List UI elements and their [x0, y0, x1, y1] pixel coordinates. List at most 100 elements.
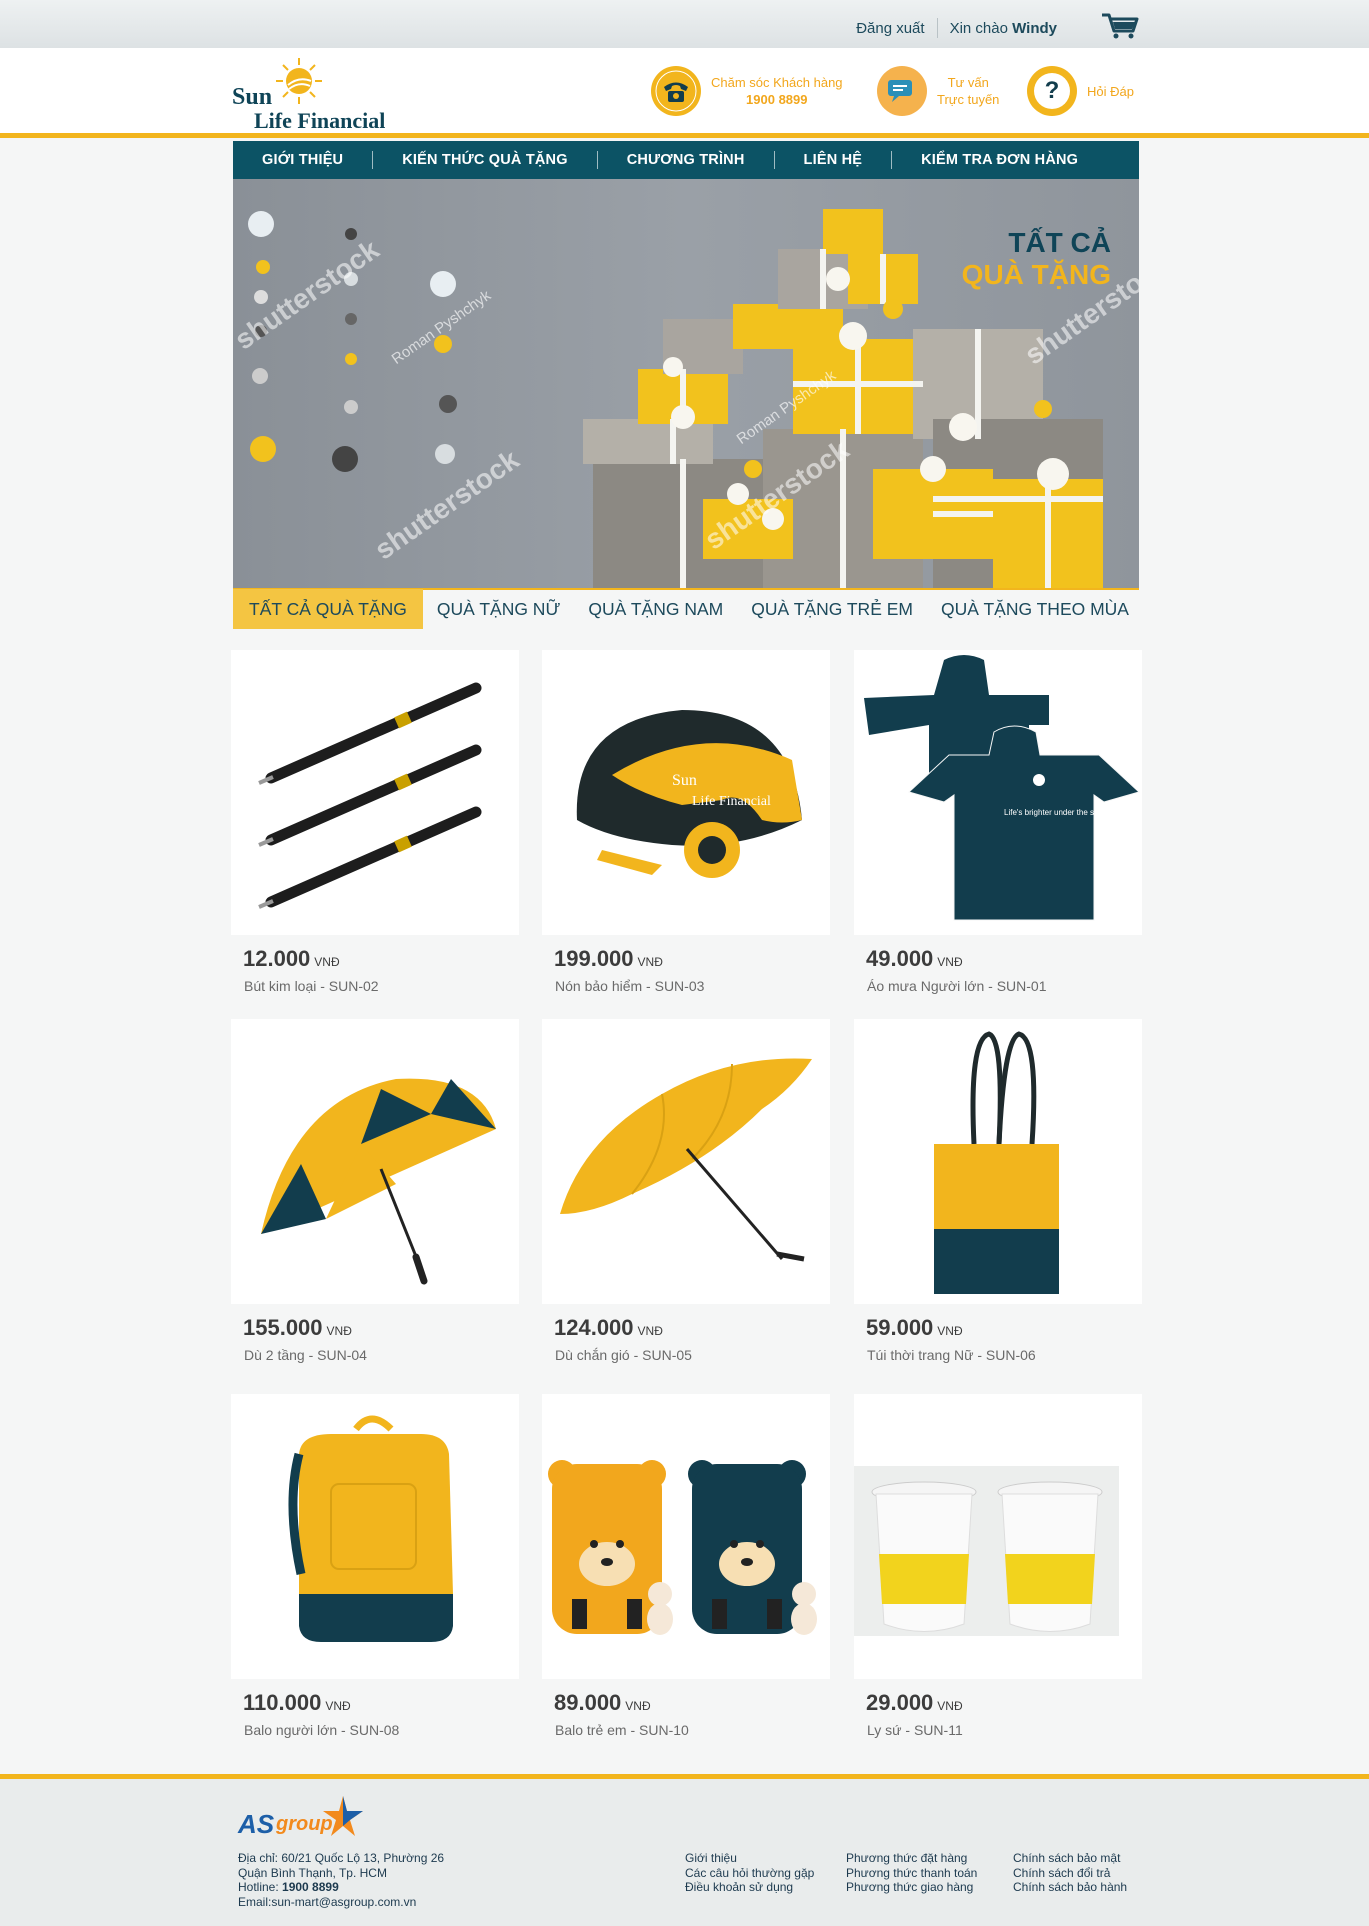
sun-life-logo[interactable]: Sun Life Financial: [232, 56, 402, 133]
phone-icon: [651, 66, 701, 116]
product-card[interactable]: 12.000 VNĐ Bút kim loại - SUN-02: [231, 650, 519, 1010]
question-icon: ?: [1027, 66, 1077, 116]
logo-as-text: AS: [238, 1809, 275, 1839]
footer-links-info: Giới thiệu Các câu hỏi thường gặp Điều k…: [685, 1851, 814, 1895]
product-image[interactable]: Sun Life Financial: [542, 650, 830, 935]
product-card[interactable]: 110.000 VNĐ Balo người lớn - SUN-08: [231, 1394, 519, 1754]
footer-contact: Địa chỉ: 60/21 Quốc Lộ 13, Phường 26 Quậ…: [238, 1851, 444, 1909]
product-card[interactable]: 155.000 VNĐ Dù 2 tầng - SUN-04: [231, 1019, 519, 1379]
nav-kien-thuc-qua-tang[interactable]: KIẾN THỨC QUÀ TẶNG: [373, 152, 596, 168]
logout-link[interactable]: Đăng xuất: [844, 20, 936, 38]
product-image[interactable]: [542, 1394, 830, 1679]
umbrella-icon: [261, 1078, 496, 1285]
product-price: 199.000 VNĐ: [554, 946, 663, 972]
sun-logo-icon: [276, 58, 322, 104]
tab-seasonal-gifts[interactable]: QUÀ TẶNG THEO MÙA: [927, 589, 1143, 629]
asgroup-logo[interactable]: AS group: [238, 1791, 378, 1846]
product-image[interactable]: [542, 1019, 830, 1304]
footer-link-ordering[interactable]: Phương thức đặt hàng: [846, 1851, 977, 1866]
online-consult-text: Tư vấn Trực tuyến: [937, 74, 999, 108]
footer-link-about[interactable]: Giới thiệu: [685, 1851, 814, 1866]
tab-kids-gifts[interactable]: QUÀ TẶNG TRẺ EM: [737, 589, 927, 629]
product-image[interactable]: [231, 1019, 519, 1304]
greeting: Xin chào Windy: [938, 20, 1069, 38]
product-card[interactable]: 124.000 VNĐ Dù chắn gió - SUN-05: [542, 1019, 830, 1379]
currency: VNĐ: [625, 1699, 651, 1713]
site-header: Sun Life Financial Chăm sóc Khách hàng 1…: [0, 48, 1369, 138]
product-card[interactable]: 89.000 VNĐ Balo trẻ em - SUN-10: [542, 1394, 830, 1754]
customer-care-text: Chăm sóc Khách hàng 1900 8899: [711, 74, 843, 108]
currency: VNĐ: [937, 955, 963, 969]
address-label: Địa chỉ:: [238, 1851, 279, 1865]
currency: VNĐ: [637, 1324, 663, 1338]
nav-gioi-thieu[interactable]: GIỚI THIỆU: [233, 152, 372, 168]
product-price: 29.000 VNĐ: [866, 1690, 963, 1716]
product-image[interactable]: [231, 1394, 519, 1679]
product-name[interactable]: Ly sứ - SUN-11: [867, 1722, 963, 1738]
footer-link-terms[interactable]: Điều khoản sử dụng: [685, 1880, 814, 1895]
product-name[interactable]: Dù 2 tầng - SUN-04: [244, 1347, 367, 1363]
footer-link-payment[interactable]: Phương thức thanh toán: [846, 1866, 977, 1881]
username[interactable]: Windy: [1012, 20, 1057, 37]
product-price: 12.000 VNĐ: [243, 946, 340, 972]
hotline-value: 1900 8899: [282, 1880, 339, 1894]
customer-care[interactable]: Chăm sóc Khách hàng 1900 8899: [651, 66, 843, 116]
nav-chuong-trinh[interactable]: CHƯƠNG TRÌNH: [598, 152, 774, 168]
faq-label: Hỏi Đáp: [1087, 83, 1134, 99]
hotline-number: 1900 8899: [746, 92, 808, 107]
price-value: 89.000: [554, 1690, 622, 1715]
product-name[interactable]: Bút kim loại - SUN-02: [244, 978, 379, 994]
product-card[interactable]: 29.000 VNĐ Ly sứ - SUN-11: [854, 1394, 1142, 1754]
product-name[interactable]: Balo trẻ em - SUN-10: [555, 1722, 689, 1738]
star-logo-icon: [323, 1796, 363, 1836]
footer-link-returns[interactable]: Chính sách đổi trả: [1013, 1866, 1127, 1881]
footer-link-faq[interactable]: Các câu hỏi thường gặp: [685, 1866, 814, 1881]
product-card[interactable]: 59.000 VNĐ Túi thời trang Nữ - SUN-06: [854, 1019, 1142, 1379]
logo-life-financial-text: Life Financial: [254, 108, 386, 133]
footer-link-delivery[interactable]: Phương thức giao hàng: [846, 1880, 977, 1895]
product-price: 110.000 VNĐ: [243, 1690, 351, 1716]
currency: VNĐ: [937, 1324, 963, 1338]
address-line1: 60/21 Quốc Lộ 13, Phường 26: [281, 1851, 445, 1865]
product-image[interactable]: Life's brighter under the sun: [854, 650, 1142, 935]
product-name[interactable]: Túi thời trang Nữ - SUN-06: [867, 1347, 1036, 1363]
product-name[interactable]: Áo mưa Người lớn - SUN-01: [867, 978, 1046, 994]
online-consult[interactable]: Tư vấn Trực tuyến: [877, 66, 999, 116]
currency: VNĐ: [325, 1699, 351, 1713]
faq[interactable]: ? Hỏi Đáp: [1027, 66, 1134, 116]
email-value[interactable]: sun-mart@asgroup.com.vn: [271, 1895, 416, 1909]
tab-women-gifts[interactable]: QUÀ TẶNG NỮ: [423, 589, 575, 629]
footer-links-policies: Chính sách bảo mật Chính sách đổi trả Ch…: [1013, 1851, 1127, 1895]
nav-lien-he[interactable]: LIÊN HỆ: [775, 152, 892, 168]
backpack-icon: [288, 1415, 453, 1642]
umbrella-icon: [560, 1058, 812, 1262]
product-image[interactable]: [854, 1394, 1142, 1679]
chat-icon: [877, 66, 927, 116]
footer-link-privacy[interactable]: Chính sách bảo mật: [1013, 1851, 1127, 1866]
product-image[interactable]: [854, 1019, 1142, 1304]
pen-icon: [258, 682, 482, 909]
product-price: 59.000 VNĐ: [866, 1315, 963, 1341]
product-name[interactable]: Balo người lớn - SUN-08: [244, 1722, 399, 1738]
product-name[interactable]: Dù chắn gió - SUN-05: [555, 1347, 692, 1363]
nav-kiem-tra-don-hang[interactable]: KIỂM TRA ĐƠN HÀNG: [892, 152, 1107, 168]
cup-icon: [854, 1466, 1119, 1636]
kids-backpack-icon: [548, 1460, 817, 1635]
tab-men-gifts[interactable]: QUÀ TẶNG NAM: [574, 589, 737, 629]
address-line2: Quận Bình Thạnh, Tp. HCM: [238, 1865, 387, 1880]
product-name[interactable]: Nón bảo hiểm - SUN-03: [555, 978, 704, 994]
product-card[interactable]: Sun Life Financial 199.000 VNĐ Nón bảo hi…: [542, 650, 830, 1010]
currency: VNĐ: [326, 1324, 352, 1338]
tab-all-gifts[interactable]: TẤT CẢ QUÀ TẶNG: [233, 589, 423, 629]
price-value: 124.000: [554, 1315, 634, 1340]
site-footer: AS group Địa chỉ: 60/21 Quốc Lộ 13, Phườ…: [0, 1774, 1369, 1926]
hero-banner[interactable]: shutterstock shutterstock shutterstock s…: [233, 179, 1139, 588]
footer-link-warranty[interactable]: Chính sách bảo hành: [1013, 1880, 1127, 1895]
greeting-text: Xin chào: [949, 20, 1008, 37]
price-value: 155.000: [243, 1315, 323, 1340]
helmet-brand-sun: Sun: [672, 772, 697, 789]
product-image[interactable]: [231, 650, 519, 935]
helmet-icon: Sun Life Financial: [576, 710, 802, 878]
cart-icon[interactable]: [1100, 12, 1140, 40]
product-card[interactable]: Life's brighter under the sun 49.000 VNĐ …: [854, 650, 1142, 1010]
